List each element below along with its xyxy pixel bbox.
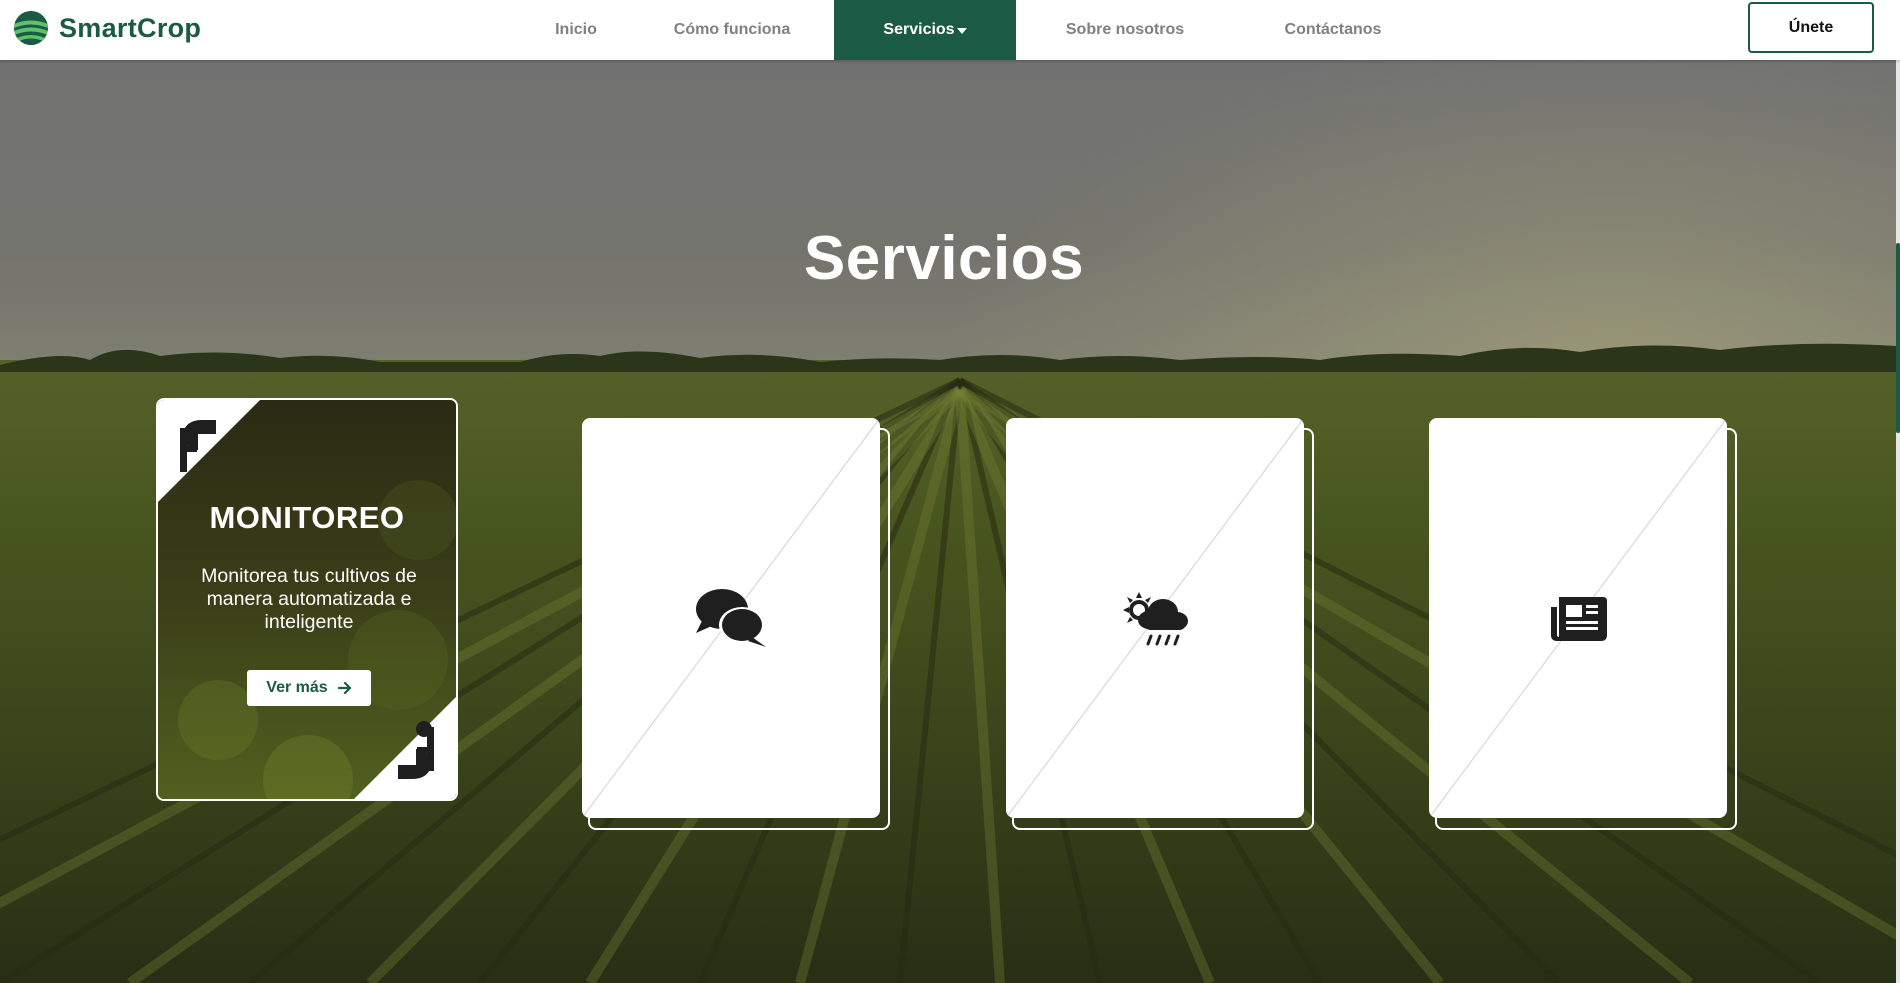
join-button[interactable]: Únete (1748, 2, 1874, 53)
comments-icon (696, 589, 766, 647)
scrollbar-thumb[interactable] (1896, 243, 1900, 433)
ver-mas-button[interactable]: Ver más (247, 670, 371, 706)
newspaper-icon (1551, 597, 1607, 641)
page-title: Servicios (803, 224, 1085, 293)
nav-item-servicios[interactable]: Servicios (834, 0, 1016, 60)
factory-icon (158, 400, 260, 502)
service-card-monitoreo[interactable]: MONITOREO Monitorea tus cultivos de mane… (156, 398, 458, 801)
nav-item-contactanos[interactable]: Contáctanos (1234, 0, 1432, 60)
ver-mas-label: Ver más (266, 679, 328, 696)
service-title: MONITOREO (209, 500, 405, 535)
services-hero: Servicios MONITOREO Monitorea tus cultiv… (0, 60, 1896, 983)
main-nav: Inicio Cómo funciona Servicios Sobre nos… (522, 0, 1432, 60)
service-card-chat[interactable] (582, 418, 880, 818)
service-card-weather[interactable] (1006, 418, 1304, 818)
scrollbar-track[interactable] (1896, 60, 1900, 983)
weather-icon (1123, 592, 1188, 646)
brand-logo[interactable]: SmartCrop (14, 11, 201, 45)
caret-down-icon (956, 28, 967, 34)
brand-name: SmartCrop (59, 12, 202, 43)
service-card-news[interactable] (1429, 418, 1727, 818)
factory-icon-corner (354, 697, 456, 799)
site-header: SmartCrop Inicio Cómo funciona Servicios… (0, 0, 1900, 60)
nav-item-inicio[interactable]: Inicio (522, 0, 630, 60)
service-description: Monitorea tus cultivos de manera automat… (201, 565, 417, 633)
nav-item-como-funciona[interactable]: Cómo funciona (630, 0, 834, 60)
nav-item-servicios-label: Servicios (883, 21, 955, 38)
nav-item-sobre-nosotros[interactable]: Sobre nosotros (1016, 0, 1234, 60)
arrow-right-icon (337, 681, 351, 695)
logo-mark-icon (14, 11, 48, 45)
